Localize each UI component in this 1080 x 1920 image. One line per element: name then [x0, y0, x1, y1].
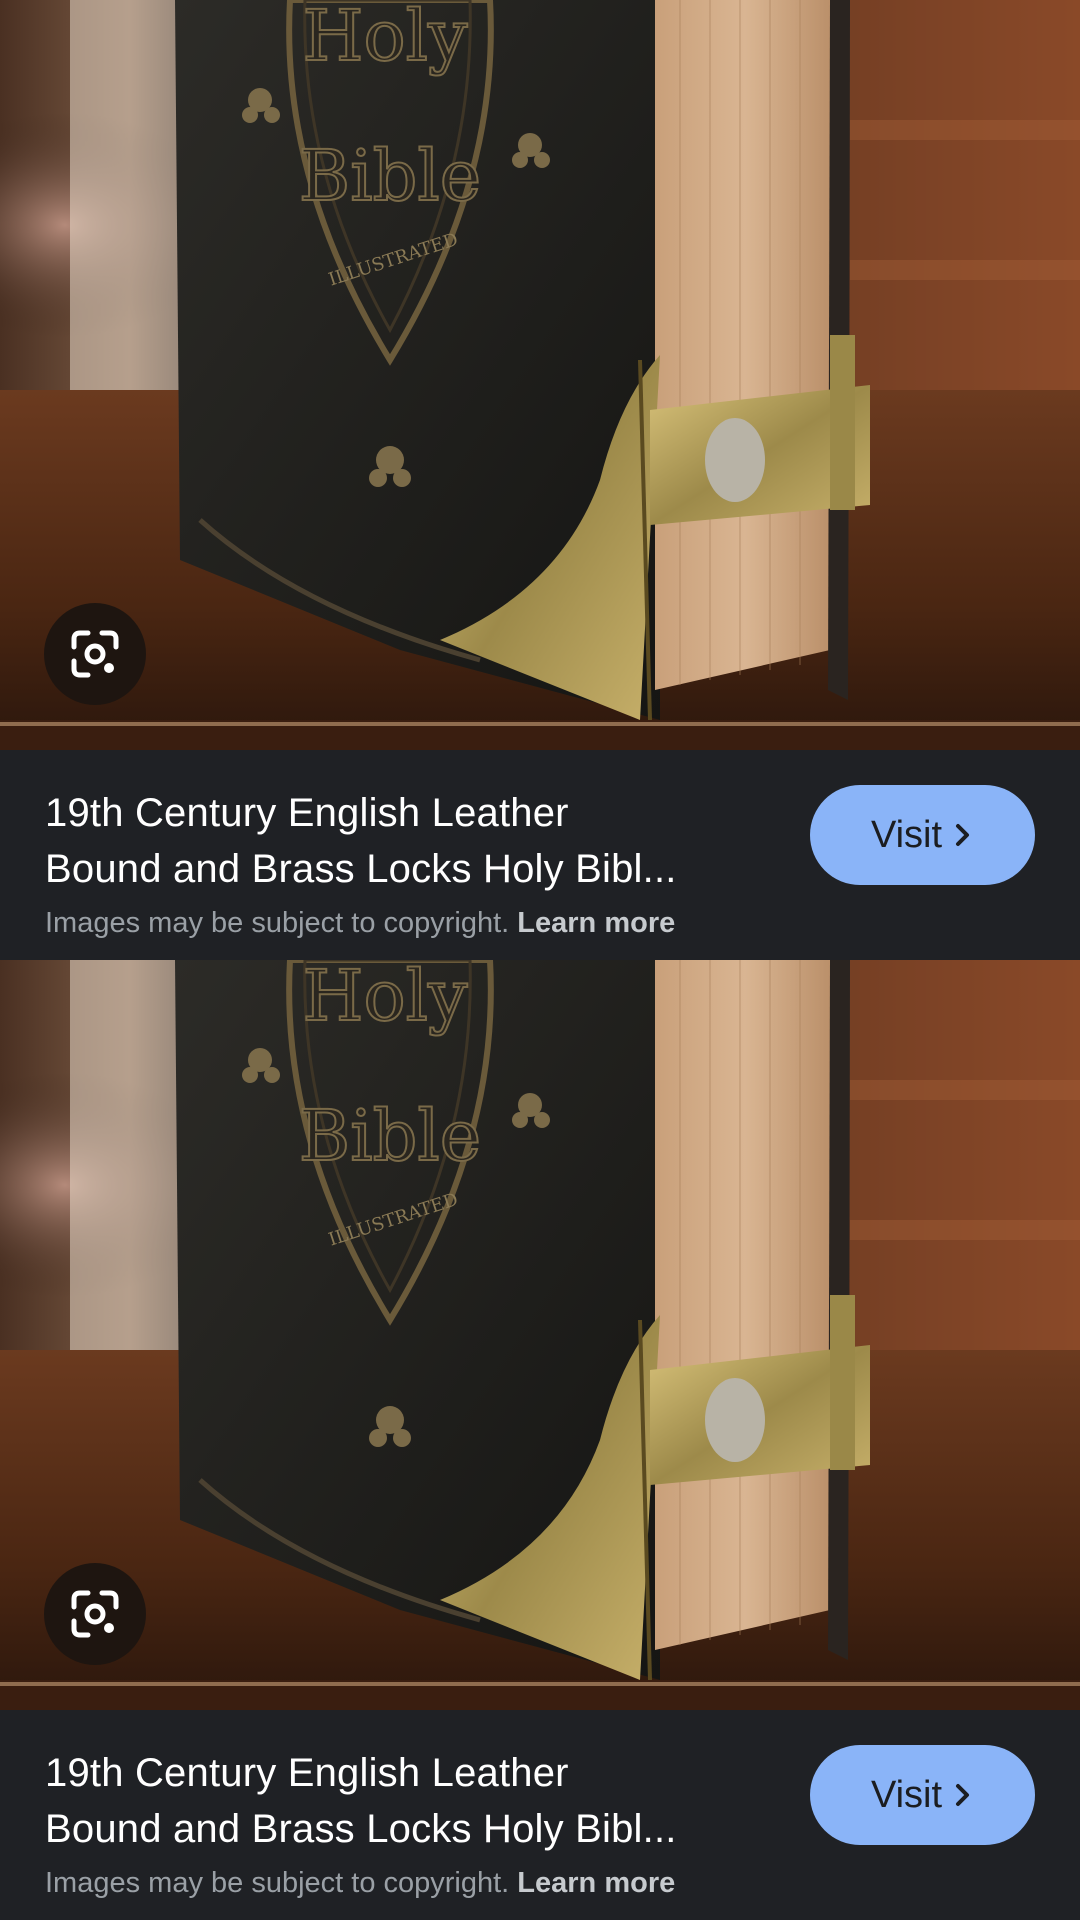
result-image[interactable]: Holy Bible ILLUSTRATED — [0, 960, 1080, 1710]
book-title-2: Bible — [299, 135, 481, 217]
result-info: 19th Century English Leather Bound and B… — [0, 1710, 1080, 1920]
chevron-right-icon — [956, 824, 970, 846]
learn-more-link[interactable]: Learn more — [517, 1867, 675, 1899]
title-line-1: 19th Century English Leather — [45, 1751, 569, 1795]
bible-photo: Holy Bible ILLUSTRATED — [0, 960, 1080, 1710]
visit-label: Visit — [870, 1773, 943, 1816]
result-title[interactable]: 19th Century English Leather Bound and B… — [45, 785, 765, 897]
chevron-right-icon — [956, 1784, 970, 1806]
title-line-2: Bound and Brass Locks Holy Bibl... — [45, 1807, 677, 1851]
visit-button[interactable]: Visit — [810, 1745, 1035, 1845]
visit-label: Visit — [870, 813, 943, 856]
google-lens-icon — [71, 630, 119, 678]
title-line-2: Bound and Brass Locks Holy Bibl... — [45, 847, 677, 891]
title-line-1: 19th Century English Leather — [45, 791, 569, 835]
book-title-1: Holy — [302, 960, 468, 1037]
book-title-2: Bible — [299, 1095, 481, 1177]
bible-photo: Holy Bible ILLUSTRATED — [0, 0, 1080, 750]
copyright-text: Images may be subject to copyright. — [45, 907, 510, 939]
google-lens-button[interactable] — [44, 1563, 146, 1665]
book-title-1: Holy — [302, 0, 468, 77]
learn-more-link[interactable]: Learn more — [517, 907, 675, 939]
image-result-card: Holy Bible ILLUSTRATED 19th Century Engl… — [0, 0, 1080, 960]
result-title[interactable]: 19th Century English Leather Bound and B… — [45, 1745, 765, 1857]
image-result-card: Holy Bible ILLUSTRATED 19th Century Engl… — [0, 960, 1080, 1920]
visit-button[interactable]: Visit — [810, 785, 1035, 885]
result-image[interactable]: Holy Bible ILLUSTRATED — [0, 0, 1080, 750]
copyright-text: Images may be subject to copyright. — [45, 1867, 510, 1899]
copyright-notice: Images may be subject to copyright. Lear… — [45, 907, 675, 940]
copyright-notice: Images may be subject to copyright. Lear… — [45, 1867, 675, 1900]
google-lens-icon — [71, 1590, 119, 1638]
result-info: 19th Century English Leather Bound and B… — [0, 750, 1080, 960]
google-lens-button[interactable] — [44, 603, 146, 705]
